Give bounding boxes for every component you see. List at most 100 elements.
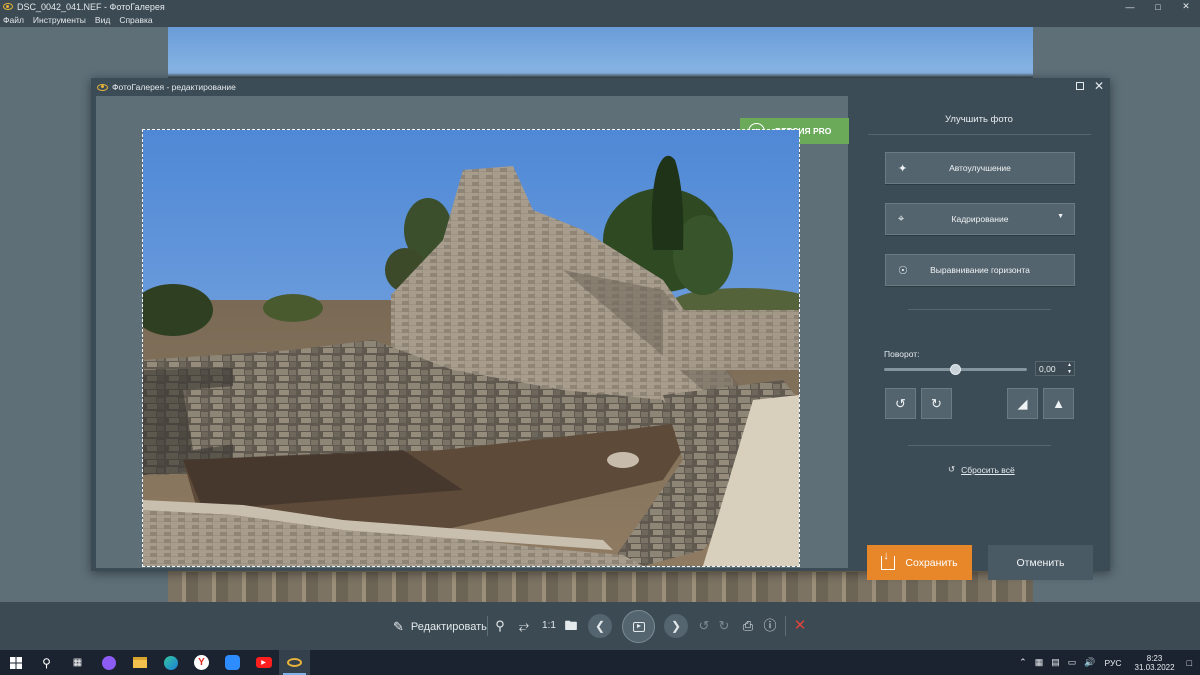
taskbar-search[interactable]: ⚲ — [31, 650, 62, 675]
app-titlebar: DSC_0042_041.NEF - ФотоГалерея — □ ✕ — [0, 0, 1200, 13]
print-icon[interactable]: ⎙ — [738, 616, 758, 636]
reset-all-link[interactable]: ↺ Сбросить всё — [948, 464, 1015, 475]
dropdown-caret-icon: ▼ — [1057, 213, 1064, 220]
dialog-titlebar: ФотоГалерея - редактирование ✕ — [91, 78, 1110, 96]
taskbar-alice[interactable] — [93, 650, 124, 675]
cancel-button[interactable]: Отменить — [988, 545, 1093, 580]
notifications-icon[interactable]: □ — [1187, 658, 1192, 668]
flip-horizontal-button[interactable]: ▲ — [1043, 388, 1074, 419]
rotate-right-button[interactable]: ↻ — [921, 388, 952, 419]
menu-bar: Файл Инструменты Вид Справка — [0, 13, 1200, 27]
system-tray: ⌃ ▦ ▤ ▭ 🔊 РУС 8:23 31.03.2022 □ — [1015, 650, 1200, 675]
rotate-right-disabled-icon[interactable]: ↻ — [714, 616, 734, 636]
dialog-title: ФотоГалерея - редактирование — [112, 82, 236, 92]
alice-icon — [101, 655, 116, 670]
youtube-icon: ▶ — [255, 657, 272, 668]
clock[interactable]: 8:23 31.03.2022 — [1135, 654, 1175, 672]
rotation-slider[interactable] — [884, 364, 1027, 375]
reset-all-label: Сбросить всё — [961, 464, 1015, 475]
app-logo-icon — [97, 83, 108, 91]
zoom-app-icon — [225, 655, 240, 670]
edit-button[interactable]: ✎ Редактировать — [393, 619, 487, 635]
rotation-spinner-icon[interactable]: ▲ ▼ — [1067, 362, 1072, 375]
dialog-maximize-button[interactable] — [1075, 82, 1084, 90]
minimize-button[interactable]: — — [1116, 0, 1144, 13]
app-logo-icon — [3, 3, 13, 10]
edit-label: Редактировать — [410, 621, 487, 633]
edited-photo[interactable] — [142, 129, 800, 567]
edge-icon — [163, 655, 178, 670]
photogallery-icon — [287, 658, 302, 667]
toolbar-divider — [487, 616, 488, 636]
menu-file[interactable]: Файл — [3, 15, 24, 25]
rotation-value-input[interactable]: 0,00 ▲ ▼ — [1035, 361, 1075, 376]
rotate-right-icon: ↻ — [931, 395, 942, 411]
info-icon[interactable]: ⓘ — [760, 616, 780, 636]
maximize-button[interactable]: □ — [1144, 0, 1172, 13]
dialog-close-button[interactable]: ✕ — [1094, 80, 1104, 92]
menu-help[interactable]: Справка — [119, 15, 152, 25]
close-button[interactable]: ✕ — [1172, 0, 1200, 13]
tray-chevron-icon[interactable]: ⌃ — [1019, 657, 1027, 668]
rotate-left-disabled-icon[interactable]: ↺ — [694, 616, 714, 636]
auto-enhance-button[interactable]: ✦ Автоулучшение — [885, 152, 1075, 184]
yandex-browser-icon: Y — [194, 655, 209, 670]
edit-dialog: ФотоГалерея - редактирование ✕ ◆ ВЕРСИЯ … — [91, 78, 1110, 580]
taskbar-explorer[interactable] — [124, 650, 155, 675]
slideshow-button[interactable] — [622, 610, 655, 643]
dialog-controls: ✕ — [1075, 80, 1104, 92]
cancel-label: Отменить — [1016, 556, 1065, 569]
crop-label: Кадрирование — [951, 214, 1009, 224]
save-label: Сохранить — [905, 556, 958, 569]
zoom-in-icon[interactable]: ⚲ — [490, 616, 510, 636]
taskbar-youtube[interactable]: ▶ — [248, 650, 279, 675]
folder-icon — [132, 657, 147, 668]
input-language[interactable]: РУС — [1104, 658, 1121, 668]
horizon-align-button[interactable]: ☉ Выравнивание горизонта — [885, 254, 1075, 286]
tray-network-icon[interactable]: ▤ — [1051, 657, 1060, 668]
pencil-icon: ✎ — [393, 619, 404, 634]
task-view-button[interactable]: ▦ — [62, 650, 93, 675]
rotate-left-icon: ↺ — [895, 395, 906, 411]
delete-icon[interactable]: ✕ — [790, 616, 810, 636]
taskbar-edge[interactable] — [155, 650, 186, 675]
toolbar-divider — [785, 616, 786, 636]
menu-tools[interactable]: Инструменты — [33, 15, 86, 25]
folder-icon[interactable]: 🖿 — [561, 616, 581, 636]
rotation-label: Поворот: — [884, 349, 920, 359]
rotation-slider-thumb[interactable] — [950, 364, 961, 375]
taskbar-zoom[interactable] — [217, 650, 248, 675]
rotate-left-button[interactable]: ↺ — [885, 388, 916, 419]
clock-time: 8:23 — [1146, 653, 1163, 663]
enhance-panel: Улучшить фото ✦ Автоулучшение ⌖ Кадриров… — [848, 96, 1110, 580]
windows-icon — [9, 656, 22, 669]
task-view-icon: ▦ — [72, 657, 83, 668]
tray-volume-icon[interactable]: 🔊 — [1084, 657, 1095, 668]
flip-vertical-button[interactable]: ◢ — [1007, 388, 1038, 419]
next-button[interactable]: ❯ — [664, 614, 688, 638]
save-button[interactable]: Сохранить — [867, 545, 972, 580]
tray-display-icon[interactable]: ▭ — [1068, 657, 1077, 668]
crop-button[interactable]: ⌖ Кадрирование ▼ — [885, 203, 1075, 235]
reset-icon: ↺ — [948, 464, 956, 474]
auto-enhance-label: Автоулучшение — [949, 163, 1011, 173]
slideshow-icon — [632, 621, 645, 632]
menu-view[interactable]: Вид — [95, 15, 110, 25]
zoom-1to1-button[interactable]: 1:1 — [539, 616, 559, 636]
previous-button[interactable]: ❮ — [588, 614, 612, 638]
magic-wand-icon: ✦ — [898, 163, 908, 175]
horizon-label: Выравнивание горизонта — [930, 265, 1030, 275]
tray-app-icon[interactable]: ▦ — [1035, 657, 1044, 668]
flip-horizontal-icon: ▲ — [1052, 396, 1065, 411]
fit-to-screen-icon[interactable]: ⥂ — [514, 616, 534, 636]
taskbar-photogallery[interactable] — [279, 650, 310, 675]
taskbar-yandex[interactable]: Y — [186, 650, 217, 675]
clock-date: 31.03.2022 — [1134, 662, 1175, 672]
photo-ruins-image — [143, 130, 799, 566]
flip-vertical-icon: ◢ — [1017, 395, 1028, 411]
window-controls: — □ ✕ — [1116, 0, 1200, 13]
start-button[interactable] — [0, 650, 31, 675]
crop-icon: ⌖ — [898, 213, 905, 225]
windows-taskbar: ⚲ ▦ Y ▶ ⌃ ▦ ▤ ▭ 🔊 РУС 8:23 31.03.2022 □ — [0, 650, 1200, 675]
panel-divider — [868, 134, 1091, 135]
